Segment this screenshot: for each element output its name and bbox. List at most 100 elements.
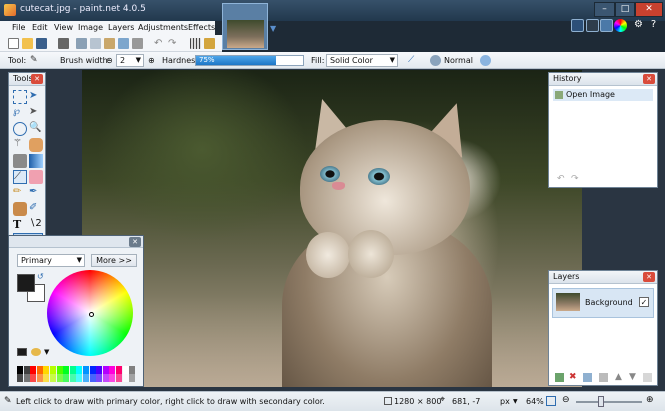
more-button[interactable]: More >> — [91, 254, 137, 267]
move-layer-up-icon[interactable]: ▲ — [615, 372, 622, 382]
zoom-in-icon[interactable]: ⊕ — [646, 395, 654, 405]
cut-icon[interactable] — [76, 38, 87, 49]
menu-layers[interactable]: Layers — [108, 23, 134, 32]
history-item[interactable]: Open Image — [553, 89, 653, 101]
eraser-icon[interactable] — [29, 170, 43, 184]
recolor-icon[interactable]: ✐ — [29, 202, 43, 216]
add-layer-icon[interactable] — [555, 373, 564, 382]
paintbrush-tool-icon[interactable]: ⟋ — [13, 170, 27, 184]
deselect-icon[interactable] — [132, 38, 143, 49]
image-canvas[interactable] — [82, 70, 582, 387]
palette-swatch[interactable] — [96, 374, 103, 382]
palette-swatch[interactable] — [129, 374, 136, 382]
palette-swatch[interactable] — [122, 366, 129, 374]
palette-swatch[interactable] — [63, 366, 70, 374]
text-icon[interactable]: T — [13, 218, 27, 232]
menu-effects[interactable]: Effects — [188, 23, 215, 32]
palette-swatch[interactable] — [89, 366, 96, 374]
chevron-down-icon[interactable]: ▼ — [270, 24, 276, 33]
palette-swatch[interactable] — [63, 374, 70, 382]
close-icon[interactable]: ✕ — [129, 237, 141, 247]
layer-properties-icon[interactable] — [643, 373, 652, 382]
palette-swatch[interactable] — [109, 366, 116, 374]
pan-hand-icon[interactable] — [29, 138, 43, 152]
palette-swatch[interactable] — [69, 366, 76, 374]
merge-layer-icon[interactable] — [599, 373, 608, 382]
decrease-icon[interactable]: ⊖ — [106, 56, 113, 65]
palette-swatch[interactable] — [76, 366, 83, 374]
blend-mode-value[interactable]: Normal — [444, 56, 473, 65]
palette-swatch[interactable] — [116, 366, 122, 374]
line-curve-icon[interactable]: ∖2 — [29, 218, 43, 232]
chevron-down-icon[interactable]: ▼ — [44, 348, 49, 356]
clone-stamp-icon[interactable] — [13, 202, 27, 216]
lasso-select-icon[interactable]: ℘ — [13, 106, 27, 120]
save-icon[interactable] — [36, 38, 47, 49]
close-button[interactable]: ✕ — [635, 2, 663, 17]
palette-swatch[interactable] — [83, 366, 89, 374]
primary-color-swatch[interactable] — [17, 274, 35, 292]
palette-swatch[interactable] — [56, 374, 63, 382]
primary-secondary-combo[interactable]: Primary ▼ — [17, 254, 85, 267]
minimize-button[interactable]: – — [594, 2, 615, 17]
menu-image[interactable]: Image — [78, 23, 103, 32]
palette-options-icon[interactable] — [31, 348, 41, 356]
layer-visibility-checkbox[interactable]: ✓ — [639, 297, 649, 307]
palette-swatch[interactable] — [122, 374, 129, 382]
palette-swatch[interactable] — [109, 374, 116, 382]
blend-mode-icon[interactable] — [430, 55, 441, 66]
settings-gear-icon[interactable]: ⚙ — [632, 19, 645, 32]
chevron-down-icon[interactable]: ▼ — [513, 398, 518, 405]
selection-mode-icon[interactable] — [480, 55, 491, 66]
layer-row[interactable]: Background ✓ — [552, 288, 654, 318]
palette-swatch[interactable] — [36, 374, 43, 382]
zoom-out-icon[interactable]: ⊖ — [562, 395, 570, 405]
paint-bucket-icon[interactable] — [13, 154, 27, 168]
history-window-icon[interactable] — [586, 19, 599, 32]
color-wheel-cursor[interactable] — [89, 312, 94, 317]
palette-swatch[interactable] — [102, 374, 109, 382]
close-icon[interactable]: ✕ — [643, 74, 655, 84]
brush-width-combo[interactable]: 2 ▼ — [116, 54, 144, 67]
increase-icon[interactable]: ⊕ — [148, 56, 155, 65]
palette-swatch[interactable] — [96, 366, 103, 374]
ellipse-select-icon[interactable] — [13, 122, 27, 136]
pencil-icon[interactable]: ✏ — [13, 186, 27, 200]
undo-icon[interactable]: ↶ — [154, 38, 165, 49]
hardness-slider[interactable]: 75% — [195, 55, 304, 66]
delete-layer-icon[interactable]: ✖ — [569, 372, 577, 382]
palette-swatch[interactable] — [76, 374, 83, 382]
help-icon[interactable]: ? — [647, 19, 660, 32]
palette-swatch[interactable] — [69, 374, 76, 382]
palette-swatch[interactable] — [30, 374, 37, 382]
move-selected-icon[interactable]: ➤ — [29, 90, 43, 104]
colors-window-icon[interactable] — [614, 19, 627, 32]
magic-wand-icon[interactable]: ⚚ — [13, 138, 27, 152]
grid-icon[interactable] — [190, 38, 201, 49]
gradient-icon[interactable] — [29, 154, 43, 168]
paste-icon[interactable] — [104, 38, 115, 49]
palette-swatch[interactable] — [129, 366, 136, 374]
maximize-button[interactable]: □ — [615, 2, 635, 17]
zoom-slider-thumb[interactable] — [598, 396, 604, 407]
palette-swatch[interactable] — [36, 366, 43, 374]
palette-swatch[interactable] — [30, 366, 37, 374]
palette-swatch[interactable] — [43, 374, 50, 382]
open-image-tab[interactable] — [222, 3, 268, 50]
palette-swatch[interactable] — [89, 374, 96, 382]
zoom-icon[interactable]: 🔍 — [29, 122, 43, 136]
fill-combo[interactable]: Solid Color ▼ — [326, 54, 398, 67]
paintbrush-icon[interactable]: ✎ — [30, 55, 41, 66]
palette-swatch[interactable] — [102, 366, 109, 374]
menu-edit[interactable]: Edit — [32, 23, 48, 32]
redo-icon[interactable]: ↷ — [168, 38, 179, 49]
ruler-icon[interactable] — [204, 38, 215, 49]
palette-swatch[interactable] — [50, 374, 56, 382]
palette-swatch[interactable] — [23, 374, 30, 382]
new-file-icon[interactable] — [8, 38, 19, 49]
palette-menu-icon[interactable] — [17, 348, 27, 356]
print-icon[interactable] — [58, 38, 69, 49]
swap-colors-icon[interactable]: ↺ — [37, 272, 44, 281]
menu-view[interactable]: View — [54, 23, 73, 32]
zoom-value[interactable]: 64% — [526, 397, 544, 406]
